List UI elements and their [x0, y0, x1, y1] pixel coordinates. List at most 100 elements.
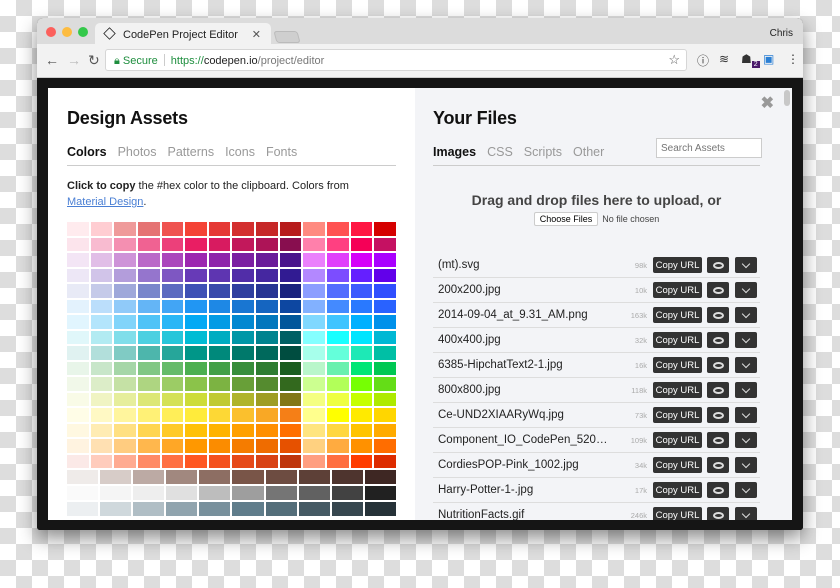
color-swatch[interactable]	[303, 423, 326, 437]
color-swatch[interactable]	[256, 377, 278, 391]
color-swatch[interactable]	[161, 408, 184, 422]
color-swatch[interactable]	[279, 423, 302, 437]
color-swatch[interactable]	[350, 222, 373, 236]
color-swatch[interactable]	[364, 470, 396, 484]
color-swatch[interactable]	[67, 377, 89, 391]
color-swatch[interactable]	[137, 330, 160, 344]
color-swatch[interactable]	[185, 377, 207, 391]
color-swatch[interactable]	[161, 377, 184, 391]
color-swatch[interactable]	[303, 268, 326, 282]
color-swatch[interactable]	[114, 377, 136, 391]
color-swatch[interactable]	[137, 299, 160, 313]
color-swatch[interactable]	[114, 392, 136, 406]
color-swatch[interactable]	[350, 284, 373, 298]
color-swatch[interactable]	[232, 237, 255, 251]
tab-icons[interactable]: Icons	[225, 145, 255, 159]
copy-url-button[interactable]: Copy URL	[653, 332, 702, 348]
preview-button[interactable]	[707, 257, 729, 273]
color-swatch[interactable]	[90, 346, 113, 360]
search-assets-input[interactable]	[656, 138, 762, 158]
color-swatch[interactable]	[208, 346, 231, 360]
color-swatch[interactable]	[279, 268, 302, 282]
copy-url-button[interactable]: Copy URL	[653, 482, 702, 498]
color-swatch[interactable]	[279, 237, 302, 251]
color-swatch[interactable]	[279, 330, 302, 344]
color-swatch[interactable]	[374, 299, 396, 313]
preview-button[interactable]	[707, 432, 729, 448]
color-swatch[interactable]	[350, 237, 373, 251]
copy-url-button[interactable]: Copy URL	[653, 282, 702, 298]
more-options-button[interactable]	[735, 507, 757, 520]
copy-url-button[interactable]: Copy URL	[653, 307, 702, 323]
color-swatch[interactable]	[350, 392, 373, 406]
more-options-button[interactable]	[735, 307, 757, 323]
color-swatch[interactable]	[185, 454, 207, 468]
copy-url-button[interactable]: Copy URL	[653, 432, 702, 448]
color-swatch[interactable]	[327, 315, 349, 329]
color-swatch[interactable]	[303, 284, 326, 298]
color-swatch[interactable]	[137, 392, 160, 406]
color-swatch[interactable]	[279, 439, 302, 453]
tab-other[interactable]: Other	[573, 145, 604, 159]
color-swatch[interactable]	[279, 284, 302, 298]
color-swatch[interactable]	[67, 330, 89, 344]
bookmark-star-icon[interactable]: ☆	[668, 52, 680, 68]
color-swatch[interactable]	[90, 315, 113, 329]
back-icon[interactable]: ←	[45, 52, 59, 68]
color-swatch[interactable]	[137, 315, 160, 329]
tab-scripts[interactable]: Scripts	[524, 145, 562, 159]
color-swatch[interactable]	[331, 502, 363, 516]
color-swatch[interactable]	[265, 486, 297, 500]
color-swatch[interactable]	[133, 486, 165, 500]
tab-patterns[interactable]: Patterns	[168, 145, 215, 159]
color-swatch[interactable]	[298, 486, 330, 500]
color-swatch[interactable]	[374, 454, 396, 468]
color-swatch[interactable]	[327, 237, 349, 251]
more-options-button[interactable]	[735, 357, 757, 373]
more-options-button[interactable]	[735, 432, 757, 448]
preview-button[interactable]	[707, 407, 729, 423]
color-swatch[interactable]	[279, 361, 302, 375]
copy-url-button[interactable]: Copy URL	[653, 257, 702, 273]
color-swatch[interactable]	[161, 268, 184, 282]
color-swatch[interactable]	[133, 470, 165, 484]
color-swatch[interactable]	[232, 268, 255, 282]
color-swatch[interactable]	[374, 423, 396, 437]
preview-button[interactable]	[707, 357, 729, 373]
color-swatch[interactable]	[232, 315, 255, 329]
preview-button[interactable]	[707, 457, 729, 473]
color-swatch[interactable]	[364, 502, 396, 516]
color-swatch[interactable]	[185, 237, 207, 251]
color-swatch[interactable]	[303, 392, 326, 406]
color-swatch[interactable]	[208, 268, 231, 282]
profile-name[interactable]: Chris	[770, 28, 793, 39]
color-swatch[interactable]	[67, 237, 89, 251]
color-swatch[interactable]	[67, 346, 89, 360]
close-tab-icon[interactable]: ✕	[252, 28, 261, 41]
color-swatch[interactable]	[279, 377, 302, 391]
color-swatch[interactable]	[161, 284, 184, 298]
preview-button[interactable]	[707, 382, 729, 398]
color-swatch[interactable]	[166, 502, 198, 516]
color-swatch[interactable]	[199, 486, 231, 500]
color-swatch[interactable]	[256, 222, 278, 236]
color-swatch[interactable]	[327, 454, 349, 468]
color-swatch[interactable]	[185, 408, 207, 422]
color-swatch[interactable]	[208, 377, 231, 391]
more-options-button[interactable]	[735, 382, 757, 398]
color-swatch[interactable]	[114, 268, 136, 282]
color-swatch[interactable]	[350, 454, 373, 468]
color-swatch[interactable]	[137, 423, 160, 437]
reload-icon[interactable]: ↻	[88, 52, 100, 69]
color-swatch[interactable]	[279, 346, 302, 360]
copy-url-button[interactable]: Copy URL	[653, 382, 702, 398]
color-swatch[interactable]	[67, 423, 89, 437]
color-swatch[interactable]	[232, 470, 264, 484]
color-swatch[interactable]	[100, 470, 132, 484]
color-swatch[interactable]	[185, 315, 207, 329]
scrollbar[interactable]	[784, 90, 790, 106]
color-swatch[interactable]	[327, 408, 349, 422]
color-swatch[interactable]	[208, 439, 231, 453]
color-swatch[interactable]	[374, 268, 396, 282]
color-swatch[interactable]	[90, 377, 113, 391]
